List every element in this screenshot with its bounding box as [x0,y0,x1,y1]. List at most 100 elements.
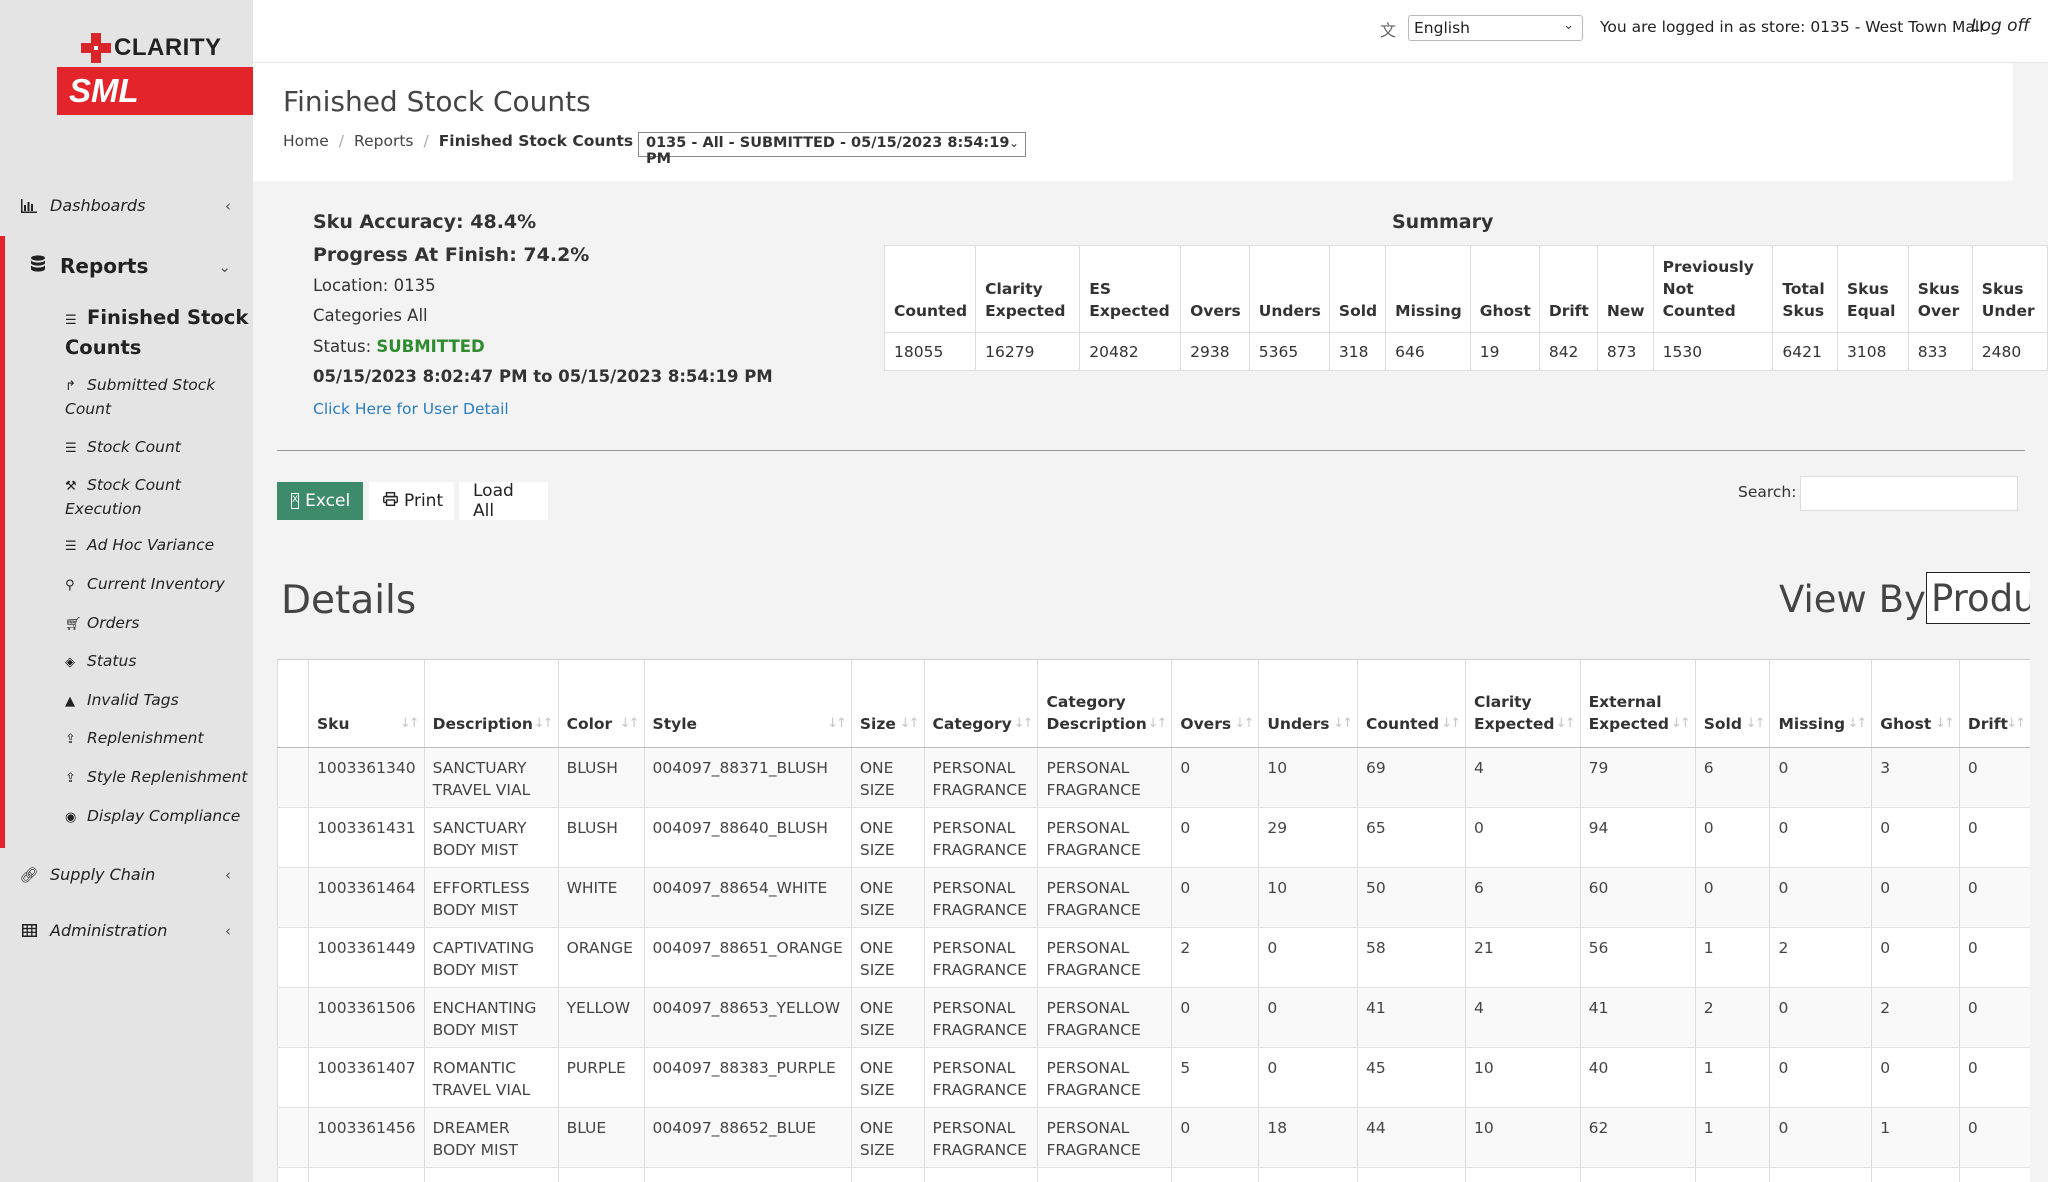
stock-count-select[interactable]: 0135 - All - SUBMITTED - 05/15/2023 8:54… [638,132,1026,167]
table-cell: 0 [1769,1047,1872,1108]
sort-icon: ↓↑ [1147,716,1168,731]
sku-accuracy: Sku Accuracy: 48.4% [313,211,537,233]
table-row[interactable]: 1003361506 ENCHANTING BODY MIST YELLOW 0040… [277,987,2030,1048]
column-header[interactable]: Ghost ↓↑ [1871,659,1960,748]
table-cell: 29 [1258,807,1358,868]
sidebar-item-administration[interactable]: Administration ‹ [0,921,253,940]
table-cell: SANCTUARY BODY MIST [423,807,559,868]
table-cell: PERSONAL FRAGRANCE [1037,927,1172,988]
sidebar-item-ad-hoc-variance[interactable]: ☰ Ad Hoc Variance [65,534,255,558]
table-cell: 21 [1465,927,1581,988]
table-cell: 0 [1769,867,1872,928]
column-header[interactable]: Sold ↓↑ [1694,659,1770,748]
login-status-text: You are logged in as store: 0135 - West … [1600,18,1984,36]
chevron-down-icon: ⌄ [1563,18,1574,33]
user-detail-link[interactable]: Click Here for User Detail [313,400,509,418]
search-label: Search: [1738,483,1797,501]
tags-icon: ◈ [65,655,75,670]
column-header[interactable]: Overs ↓↑ [1171,659,1259,748]
sidebar-item-display-compliance[interactable]: ◉ Display Compliance [65,805,255,829]
table-cell: 1003361340 [308,747,425,808]
table-row[interactable]: 1003361449 CAPTIVATING BODY MIST ORANGE 004… [277,927,2030,988]
table-cell: 0 [1871,1047,1960,1108]
sidebar-item-status[interactable]: ◈ Status [65,650,255,674]
table-row[interactable]: 1003361381EFFORTLESS TRAVEL VIALWHITE004… [277,1167,2030,1182]
column-header[interactable]: Description ↓↑ [423,659,559,748]
table-cell: 56 [1579,927,1696,988]
table-row[interactable]: 1003361456 DREAMER BODY MIST BLUE 004097_88… [277,1107,2030,1168]
column-header[interactable]: Unders ↓↑ [1258,659,1358,748]
sidebar-item-finished-stock-counts[interactable]: ☰ Finished Stock Counts [65,304,255,361]
sidebar-item-dashboards[interactable]: Dashboards ‹ [0,196,253,215]
table-row[interactable]: 1003361407 ROMANTIC TRAVEL VIAL PURPLE 0040… [277,1047,2030,1108]
summary-header-cell: Skus Under [1971,245,2048,333]
top-bar: 文 English ⌄ You are logged in as store: … [253,0,2048,63]
summary-value-cell: 2480 [1971,332,2048,371]
table-cell: 3 [1871,747,1960,808]
column-header[interactable]: Style ↓↑ [643,659,852,748]
table-cell: 0 [1769,747,1872,808]
table-cell: 4 [1465,747,1581,808]
table-cell: PERSONAL FRAGRANCE [923,1167,1038,1182]
table-cell: PERSONAL FRAGRANCE [1037,1047,1172,1108]
sidebar-item-supply-chain[interactable]: 🔗︎ Supply Chain ‹ [0,865,253,884]
table-cell: PURPLE [557,1047,645,1108]
column-header[interactable]: Category Description ↓↑ [1037,659,1172,748]
table-row[interactable]: 1003361464 EFFORTLESS BODY MIST WHITE 00409… [277,867,2030,928]
search-input[interactable] [1800,476,2018,511]
date-range: 05/15/2023 8:02:47 PM to 05/15/2023 8:54… [313,367,773,386]
column-header[interactable]: External Expected ↓↑ [1579,659,1696,748]
table-cell: WHITE [557,867,645,928]
table-cell: 10 [1465,1107,1581,1168]
row-control-cell [277,1107,309,1168]
breadcrumb-home[interactable]: Home [283,132,329,150]
breadcrumb-reports[interactable]: Reports [354,132,413,150]
sidebar-item-submitted-stock-count[interactable]: ↱ Submitted Stock Count [65,374,255,420]
table-cell: 94 [1579,807,1696,868]
table-cell: 0 [1171,747,1259,808]
sidebar-item-orders[interactable]: 🛒︎ Orders [65,612,255,636]
table-cell: 45 [1357,1047,1466,1108]
sort-icon: ↓↑ [827,716,847,731]
column-header[interactable]: Color ↓↑ [557,659,645,748]
table-cell: 004097_88383_PURPLE [643,1047,852,1108]
table-cell: ENCHANTING BODY MIST [423,987,559,1048]
logoff-link[interactable]: Log off [1971,16,2030,36]
load-all-button[interactable]: Load All [459,481,548,521]
table-cell: 0 [1871,867,1960,928]
summary-header-cell: New [1596,245,1654,333]
details-title: Details [281,578,417,623]
sidebar-item-stock-count[interactable]: ☰ Stock Count [65,436,255,460]
table-cell: 0 [1871,927,1960,988]
sidebar-item-style-replenishment[interactable]: ⇪ Style Replenishment [65,766,255,790]
summary-value-cell: 318 [1328,332,1387,371]
sidebar-item-current-inventory[interactable]: ⚲ Current Inventory [65,573,255,597]
table-row[interactable]: 1003361431 SANCTUARY BODY MIST BLUSH 004097… [277,807,2030,868]
column-header[interactable]: Sku ↓↑ [308,659,425,748]
row-control-cell [277,927,309,988]
column-header[interactable]: Drift ↓↑ [1958,659,2030,748]
summary-value-cell: 5365 [1248,332,1330,371]
column-header[interactable]: Clarity Expected ↓↑ [1465,659,1581,748]
sidebar-item-stock-count-execution[interactable]: ⚒ Stock Count Execution [65,474,255,520]
clarity-sml-logo[interactable]: CLARITY SML [57,30,253,116]
language-icon: 文 [1380,21,1397,40]
sidebar-item-reports[interactable]: Reports [30,254,148,278]
table-cell: ONE SIZE [850,987,925,1048]
column-header[interactable]: Counted ↓↑ [1357,659,1466,748]
summary-header-cell: Clarity Expected [975,245,1081,333]
print-button[interactable]: Print [369,482,454,520]
table-cell: 0 [1958,1107,2030,1168]
language-select[interactable]: English ⌄ [1408,15,1583,41]
excel-button[interactable]: X Excel [277,482,363,520]
table-cell: 69 [1357,747,1466,808]
column-header[interactable]: Category ↓↑ [923,659,1038,748]
sidebar-item-replenishment[interactable]: ⇪ Replenishment [65,727,255,751]
table-cell: 004097_88380_WHITE [643,1167,852,1182]
table-row[interactable]: 1003361340 SANCTUARY TRAVEL VIAL BLUSH 0040… [277,747,2030,808]
view-by-select[interactable]: Produ [1926,572,2030,624]
column-header[interactable]: Size ↓↑ [850,659,925,748]
column-header[interactable]: Missing ↓↑ [1769,659,1872,748]
sidebar-item-invalid-tags[interactable]: ▲ Invalid Tags [65,689,255,713]
table-cell: 60 [1579,867,1696,928]
